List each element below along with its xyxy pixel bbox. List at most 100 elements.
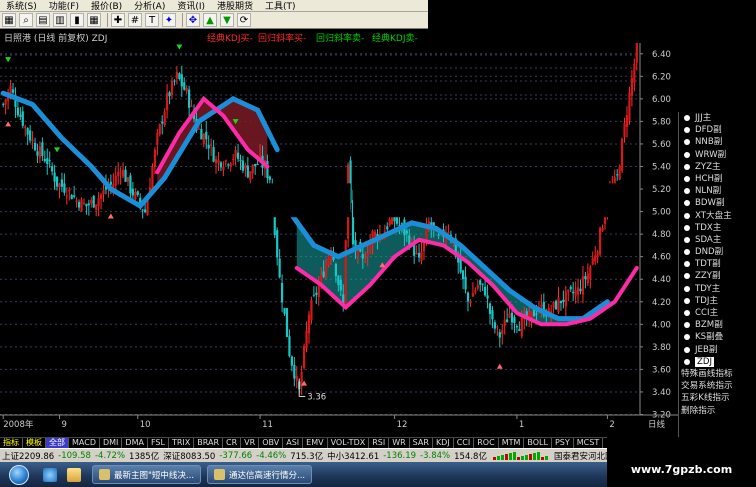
indicator-item-zzy副[interactable]: ZZY副 [679,270,756,282]
indicator-item-tdx主[interactable]: TDX主 [679,222,756,234]
indicator-menu-item-0[interactable]: 特殊画线指标 [679,368,756,380]
tab-mcst[interactable]: MCST [574,438,604,448]
indicator-item-tdj主[interactable]: TDJ主 [679,295,756,307]
menu-item-4[interactable]: 资讯(I) [171,0,211,12]
indicator-item-tdy主[interactable]: TDY主 [679,283,756,295]
taskbar-window-0[interactable]: 最新主图"短中线决... [92,465,202,484]
indicator-menu-item-2[interactable]: 五彩K线指示 [679,392,756,404]
kline-chart[interactable]: 6.40 6.20 6.00 5.80 5.60 5.40 5.20 5.00 4.80 4.60… [0,43,678,435]
candle-body [552,301,555,308]
candle-body [97,198,100,206]
indicator-item-label: NNB副 [695,137,723,148]
indicator-item-sda主[interactable]: SDA主 [679,234,756,246]
menu-item-6[interactable]: 工具(T) [259,0,302,12]
tab-wr[interactable]: WR [389,438,410,448]
tab-sar[interactable]: SAR [410,438,433,448]
candle-body [41,142,44,157]
menu-item-0[interactable]: 系统(S) [0,0,43,12]
indicator-item-label: DFD副 [695,125,722,136]
menu-item-5[interactable]: 港股期货 [211,0,259,12]
menu-item-2[interactable]: 报价(B) [85,0,128,12]
tab-lead-1[interactable]: 模板 [23,438,46,448]
tab-emv[interactable]: EMV [303,438,328,448]
tab-cr[interactable]: CR [223,438,242,448]
move-icon[interactable]: ✥ [186,13,200,27]
indicator-item-cci主[interactable]: CCI主 [679,307,756,319]
app-window: 系统(S) 功能(F) 报价(B) 分析(A) 资讯(I) 港股期货 工具(T) ▦ ⌕ ▤ ▥ ▮… [0,0,756,487]
tab-psy[interactable]: PSY [552,438,574,448]
indicator-item-zyz主[interactable]: ZYZ主 [679,161,756,173]
menu-item-1[interactable]: 功能(F) [43,0,85,12]
candle-body [121,169,125,177]
grid-icon[interactable]: # [128,13,142,27]
tab-cci[interactable]: CCI [454,438,475,448]
cross-icon[interactable]: ✚ [111,13,125,27]
bullet-icon [684,200,690,207]
candle-body [109,181,112,185]
indicator-item-nln副[interactable]: NLN副 [679,185,756,197]
folder-icon[interactable] [67,467,81,482]
mini-bar [536,452,540,460]
down-arrow-icon[interactable]: ▼ [220,13,234,27]
indicator-item-bzm副[interactable]: BZM副 [679,319,756,331]
ie-icon[interactable] [43,467,57,482]
layout-icon[interactable]: ▦ [2,13,16,27]
tab-asi[interactable]: ASI [283,438,304,448]
tab-dma[interactable]: DMA [122,438,148,448]
tab-mtm[interactable]: MTM [499,438,525,448]
tab-kdj[interactable]: KDJ [433,438,454,448]
tab-macd[interactable]: MACD [69,438,100,448]
indicator-item-bdw副[interactable]: BDW副 [679,197,756,209]
tab-roc[interactable]: ROC [474,438,499,448]
bar-icon[interactable]: ▮ [70,13,84,27]
table-icon[interactable]: ▦ [87,13,101,27]
candle-body [38,146,42,158]
indicator-item-dfd副[interactable]: DFD副 [679,124,756,136]
bullet-icon [684,151,690,158]
y-tick-label: 6.00 [652,95,671,105]
start-button[interactable] [0,462,38,487]
taskbar-window-1[interactable]: 通达信高速行情分... [207,465,313,484]
indicator-item-nnb副[interactable]: NNB副 [679,136,756,148]
candle-body [46,158,49,164]
candle-body [51,166,54,172]
up-arrow-icon[interactable]: ▲ [203,13,217,27]
indicator-item-dnd副[interactable]: DND副 [679,246,756,258]
bullet-icon [684,139,690,146]
refresh-icon[interactable]: ⟳ [237,13,251,27]
indicator-item-jeb副[interactable]: JEB副 [679,344,756,356]
candle-body [317,285,320,298]
tab-vr[interactable]: VR [241,438,260,448]
tab-fsl[interactable]: FSL [148,438,169,448]
indicator-item-hch副[interactable]: HCH副 [679,173,756,185]
indicator-item-zdj[interactable]: ZDJ [679,356,756,368]
indicator-item-tdt副[interactable]: TDT副 [679,258,756,270]
chart-icon[interactable]: ▤ [36,13,50,27]
tab-vol-tdx[interactable]: VOL-TDX [328,438,370,448]
candle-body [80,199,83,212]
menu-item-3[interactable]: 分析(A) [128,0,171,12]
candle-body [151,167,154,190]
tab-trix[interactable]: TRIX [169,438,195,448]
tab-lead-0[interactable]: 指标 [0,438,23,448]
tab-obv[interactable]: OBV [259,438,284,448]
tab-dmi[interactable]: DMI [100,438,123,448]
indicator-item-wrw副[interactable]: WRW副 [679,149,756,161]
indicator-item-ks副叠[interactable]: KS副叠 [679,331,756,343]
app-icon [99,469,110,480]
candle-body [124,169,127,182]
kline-icon[interactable]: ▥ [53,13,67,27]
indicator-menu-item-3[interactable]: 删除指示 [679,405,756,417]
tab-boll[interactable]: BOLL [524,438,552,448]
mini-bar [492,457,496,460]
indicator-item-jjj主[interactable]: JJJ主 [679,112,756,124]
indicator-item-xt大盘主[interactable]: XT大盘主 [679,210,756,222]
status-field-11: 154.8亿 [454,451,487,462]
indicator-menu-item-1[interactable]: 交易系统指示 [679,380,756,392]
tab-rsi[interactable]: RSI [369,438,390,448]
text-icon[interactable]: T [145,13,159,27]
tab-lead-2[interactable]: 全部 [46,438,69,448]
star-icon[interactable]: ✦ [162,13,176,27]
zoom-icon[interactable]: ⌕ [19,13,33,27]
tab-brar[interactable]: BRAR [194,438,224,448]
